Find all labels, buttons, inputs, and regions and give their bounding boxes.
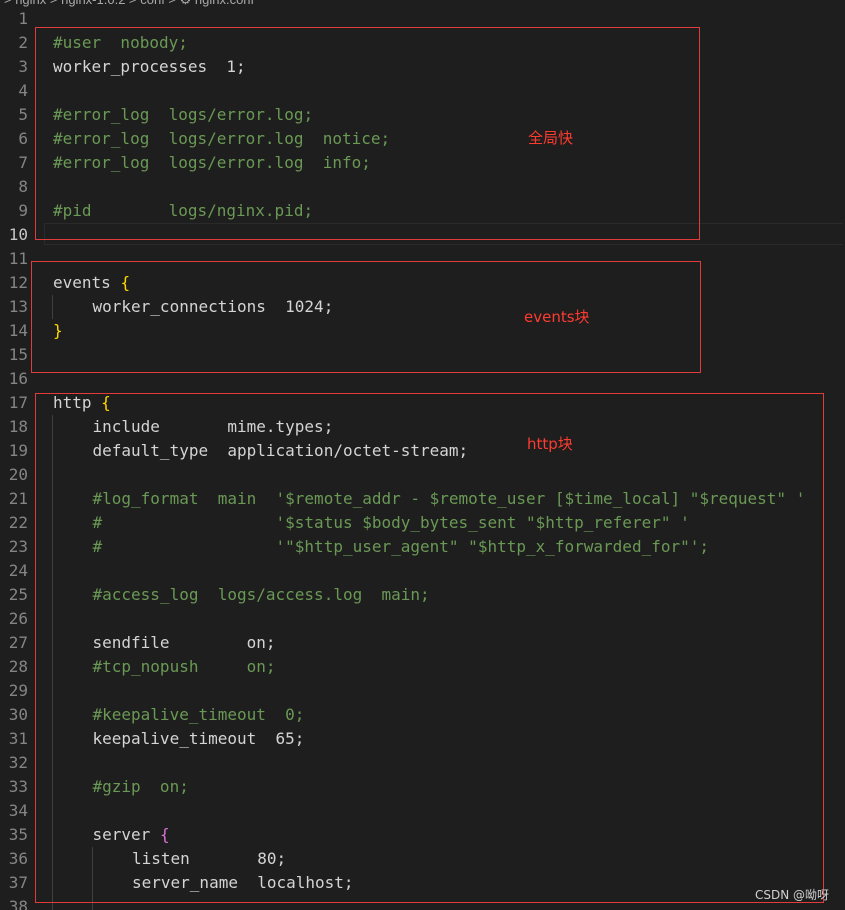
line-number: 15 xyxy=(8,345,28,364)
line-number: 28 xyxy=(8,657,28,676)
line-number: 5 xyxy=(18,105,28,124)
line-number: 3 xyxy=(18,57,28,76)
line-number: 6 xyxy=(18,129,28,148)
line-number: 38 xyxy=(8,897,28,910)
line-number: 10 xyxy=(8,225,28,244)
line-number: 25 xyxy=(8,585,28,604)
line-number: 30 xyxy=(8,705,28,724)
line-number: 26 xyxy=(8,609,28,628)
line-number: 1 xyxy=(18,9,28,28)
line-number: 37 xyxy=(8,873,28,892)
line-number: 20 xyxy=(8,465,28,484)
line-number: 16 xyxy=(8,369,28,388)
http-block-box xyxy=(35,393,824,903)
events-block-box xyxy=(31,261,701,373)
line-number: 31 xyxy=(8,729,28,748)
global-block-label: 全局快 xyxy=(528,129,574,147)
global-block-box xyxy=(35,27,700,240)
line-number: 33 xyxy=(8,777,28,796)
line-number: 4 xyxy=(18,81,28,100)
code-editor[interactable]: > nginx > nginx-1.0.2 > conf > ⚙ nginx.c… xyxy=(0,0,845,910)
line-number: 11 xyxy=(8,249,28,268)
line-number: 36 xyxy=(8,849,28,868)
http-block-label: http块 xyxy=(527,435,573,453)
line-number: 18 xyxy=(8,417,28,436)
line-number: 27 xyxy=(8,633,28,652)
line-number: 12 xyxy=(8,273,28,292)
line-number: 7 xyxy=(18,153,28,172)
line-number: 29 xyxy=(8,681,28,700)
line-number: 13 xyxy=(8,297,28,316)
line-number: 23 xyxy=(8,537,28,556)
events-block-label: events块 xyxy=(524,308,590,326)
watermark: CSDN @呦呀 xyxy=(754,888,829,902)
line-number: 21 xyxy=(8,489,28,508)
line-number: 32 xyxy=(8,753,28,772)
line-number: 24 xyxy=(8,561,28,580)
line-number: 2 xyxy=(18,33,28,52)
line-number: 9 xyxy=(18,201,28,220)
line-number: 17 xyxy=(8,393,28,412)
line-number: 19 xyxy=(8,441,28,460)
line-number: 34 xyxy=(8,801,28,820)
line-number: 8 xyxy=(18,177,28,196)
line-number: 35 xyxy=(8,825,28,844)
line-number: 22 xyxy=(8,513,28,532)
line-number: 14 xyxy=(8,321,28,340)
